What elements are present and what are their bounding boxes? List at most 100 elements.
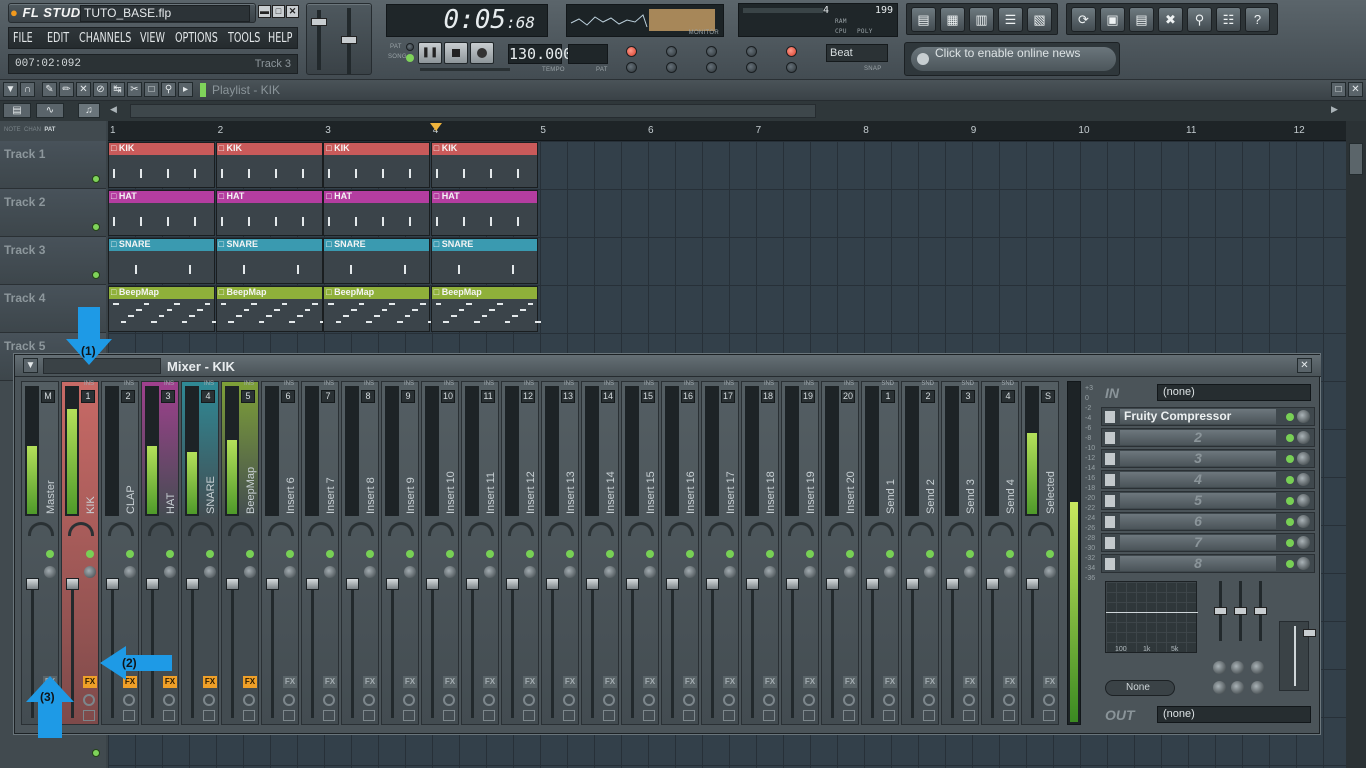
track-header-1[interactable]: Track 1 (0, 141, 106, 189)
strip-number[interactable]: 18 (761, 390, 775, 403)
fx-button[interactable]: FX (483, 676, 497, 688)
save-to-disk-button[interactable] (1003, 710, 1015, 721)
eq-mid-slider[interactable] (1234, 607, 1247, 615)
track-header-2[interactable]: Track 2 (0, 189, 106, 237)
record-arm-button[interactable] (243, 694, 255, 706)
strip-enable-led[interactable] (526, 550, 534, 558)
pan-knob[interactable] (604, 566, 616, 578)
fx-button[interactable]: FX (643, 676, 657, 688)
slot-menu-icon[interactable] (1105, 537, 1115, 549)
effect-slot-3[interactable]: 3 (1101, 449, 1315, 468)
strip-name[interactable]: Send 1 (879, 406, 899, 516)
pan-knob[interactable] (84, 566, 96, 578)
stereo-knob[interactable] (508, 522, 534, 536)
record-arm-button[interactable] (83, 694, 95, 706)
strip-name[interactable]: Insert 8 (359, 406, 379, 516)
volume-fader[interactable] (1026, 578, 1039, 590)
save-to-disk-button[interactable] (323, 710, 335, 721)
stereo-separation-slider[interactable] (1303, 629, 1316, 637)
stereo-knob[interactable] (868, 522, 894, 536)
strip-name[interactable]: Insert 16 (679, 406, 699, 516)
strip-number[interactable]: 19 (801, 390, 815, 403)
effect-slot-2[interactable]: 2 (1101, 428, 1315, 447)
slot-name[interactable]: 5 (1120, 493, 1276, 508)
pattern-clip[interactable]: □ BeepMap (215, 286, 326, 332)
volume-fader[interactable] (386, 578, 399, 590)
strip-enable-led[interactable] (726, 550, 734, 558)
slot-menu-icon[interactable] (1105, 474, 1115, 486)
strip-name[interactable]: Insert 15 (639, 406, 659, 516)
strip-name[interactable]: Insert 10 (439, 406, 459, 516)
magnet-icon[interactable]: ∩ (20, 82, 35, 97)
pan-knob[interactable] (924, 566, 936, 578)
fx-button[interactable]: FX (763, 676, 777, 688)
browser-icon[interactable]: ☰ (998, 7, 1023, 32)
strip-enable-led[interactable] (806, 550, 814, 558)
select-tool-icon[interactable]: □ (144, 82, 159, 97)
pattern-clip[interactable]: □ HAT (215, 190, 323, 236)
pan-knob[interactable] (364, 566, 376, 578)
pan-knob[interactable] (564, 566, 576, 578)
strip-number[interactable]: 15 (641, 390, 655, 403)
track-header-3[interactable]: Track 3 (0, 237, 106, 285)
volume-fader[interactable] (626, 578, 639, 590)
playlist-window-icon[interactable]: ▤ (911, 7, 936, 32)
slot-mix-knob[interactable] (1297, 557, 1310, 570)
record-arm-button[interactable] (363, 694, 375, 706)
pattern-clip[interactable]: □ KIK (108, 142, 215, 188)
mixer-strip-insert-18[interactable]: INS 18 Insert 18 FX (741, 381, 779, 725)
stereo-knob[interactable] (548, 522, 574, 536)
pattern-clip[interactable]: □ KIK (430, 142, 538, 188)
save-to-disk-button[interactable] (763, 710, 775, 721)
strip-enable-led[interactable] (766, 550, 774, 558)
pattern-clip[interactable]: □ HAT (108, 190, 215, 236)
effect-slot-5[interactable]: 5 (1101, 491, 1315, 510)
fx-button[interactable]: FX (523, 676, 537, 688)
record-led[interactable] (626, 46, 637, 57)
pan-knob[interactable] (884, 566, 896, 578)
save-to-disk-button[interactable] (683, 710, 695, 721)
record-arm-button[interactable] (163, 694, 175, 706)
record-arm-button[interactable] (683, 694, 695, 706)
strip-name[interactable]: Insert 17 (719, 406, 739, 516)
save-to-disk-button[interactable] (923, 710, 935, 721)
record-arm-button[interactable] (123, 694, 135, 706)
close-icon[interactable]: ✕ (286, 5, 299, 18)
mixer-strip-send-3[interactable]: SND 3 Send 3 FX (941, 381, 979, 725)
strip-number[interactable]: 4 (201, 390, 215, 403)
pattern-clip[interactable]: □ KIK (323, 142, 431, 188)
output-select[interactable]: (none) (1157, 706, 1311, 723)
volume-fader[interactable] (66, 578, 79, 590)
slot-name[interactable]: Fruity Compressor (1120, 409, 1276, 424)
pattern-clip[interactable]: □ KIK (215, 142, 323, 188)
pan-knob[interactable] (524, 566, 536, 578)
strip-number[interactable]: 17 (721, 390, 735, 403)
blend-led[interactable] (706, 62, 717, 73)
stereo-knob[interactable] (148, 522, 174, 536)
stereo-knob[interactable] (28, 522, 54, 536)
mixer-strip-insert-20[interactable]: INS 20 Insert 20 FX (821, 381, 859, 725)
strip-number[interactable]: M (41, 390, 55, 403)
strip-number[interactable]: 20 (841, 390, 855, 403)
stereo-knob[interactable] (188, 522, 214, 536)
scroll-led[interactable] (786, 46, 797, 57)
mixer-close-icon[interactable]: ✕ (1297, 358, 1312, 373)
mixer-icon[interactable]: ▧ (1027, 7, 1052, 32)
mixer-strip-master[interactable]: M Master FX (21, 381, 59, 725)
slot-mix-knob[interactable] (1297, 515, 1310, 528)
save-to-disk-button[interactable] (523, 710, 535, 721)
stereo-knob[interactable] (948, 522, 974, 536)
strip-enable-led[interactable] (126, 550, 134, 558)
strip-number[interactable]: 10 (441, 390, 455, 403)
restore-icon[interactable]: □ (272, 5, 285, 18)
effect-slot-7[interactable]: 7 (1101, 533, 1315, 552)
volume-fader[interactable] (186, 578, 199, 590)
fx-button[interactable]: FX (603, 676, 617, 688)
pan-knob[interactable] (1004, 566, 1016, 578)
strip-name[interactable]: Insert 18 (759, 406, 779, 516)
pattern-clip[interactable]: □ BeepMap (323, 286, 434, 332)
record-arm-button[interactable] (1003, 694, 1015, 706)
pan-knob[interactable] (644, 566, 656, 578)
playlist-menu-icon[interactable]: ▼ (3, 82, 18, 97)
fx-button[interactable]: FX (323, 676, 337, 688)
